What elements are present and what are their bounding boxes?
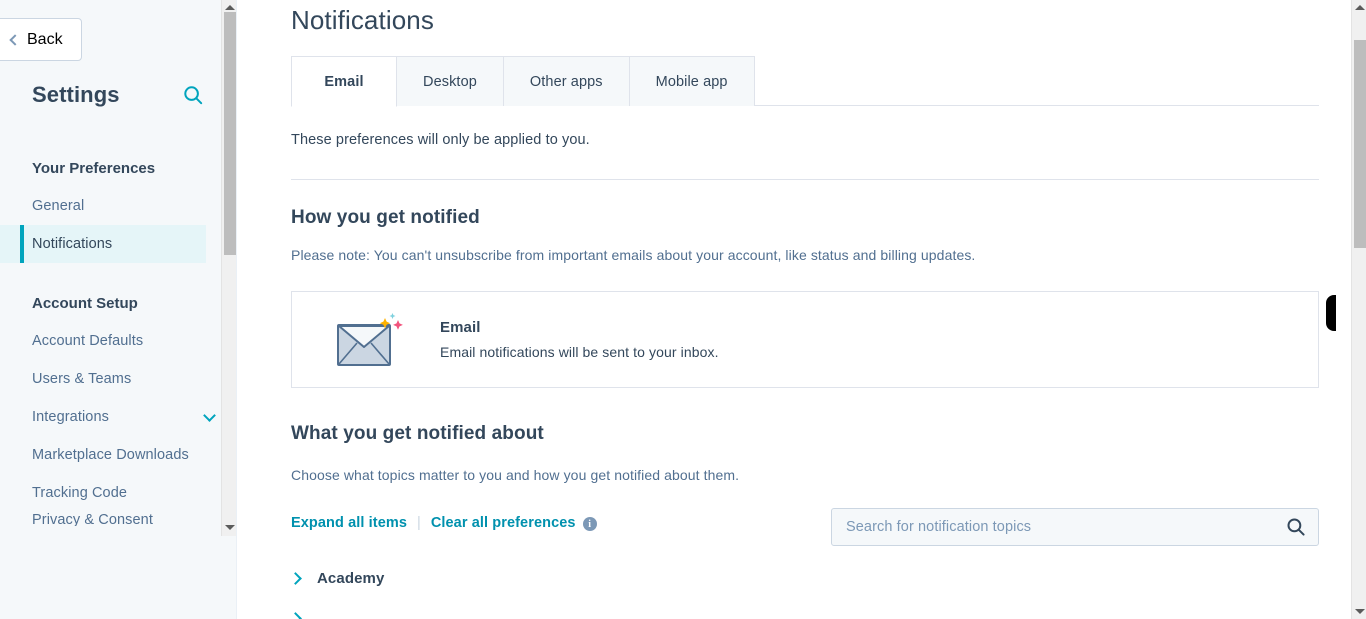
topic-row-next[interactable] [289, 612, 302, 619]
sidebar-scrollbar-thumb[interactable] [224, 12, 236, 255]
envelope-icon [334, 309, 404, 371]
sidebar-item-account-defaults[interactable]: Account Defaults [0, 322, 236, 360]
settings-header: Settings [32, 82, 204, 108]
topic-row-academy[interactable]: Academy [289, 570, 385, 587]
edge-drawer-handle[interactable] [1326, 295, 1336, 331]
sidebar-scrollbar[interactable] [221, 0, 236, 536]
scroll-down-arrow-icon[interactable] [1352, 604, 1366, 618]
settings-page: Back Settings Your Preferences General N… [0, 0, 1366, 619]
search-icon[interactable] [182, 84, 204, 106]
topic-label: Academy [317, 570, 385, 587]
tab-label: Desktop [423, 73, 477, 90]
sidebar-item-general[interactable]: General [0, 187, 236, 225]
sidebar-group-account-setup: Account Setup [32, 295, 138, 312]
sidebar-nav: Your Preferences General Notifications A… [0, 150, 236, 526]
main-scrollbar[interactable] [1351, 0, 1366, 619]
chevron-down-icon [203, 408, 216, 422]
sidebar-group-your-preferences: Your Preferences [32, 160, 156, 177]
email-channel-title: Email [440, 319, 481, 336]
settings-title: Settings [32, 82, 120, 107]
settings-sidebar: Back Settings Your Preferences General N… [0, 0, 236, 619]
chevron-right-icon [289, 612, 302, 619]
preferences-actions: Expand all items | Clear all preferences… [291, 515, 597, 531]
sidebar-item-label: Tracking Code [32, 485, 128, 501]
scroll-up-arrow-icon[interactable] [1352, 0, 1366, 14]
main-scrollbar-thumb[interactable] [1354, 40, 1366, 248]
sidebar-item-integrations[interactable]: Integrations [0, 398, 236, 436]
main-content: Notifications Email Desktop Other apps M… [236, 0, 1366, 619]
how-you-get-notified-note: Please note: You can't unsubscribe from … [291, 247, 976, 263]
back-button-label: Back [27, 30, 63, 48]
tab-other-apps[interactable]: Other apps [502, 56, 630, 106]
sidebar-item-marketplace-downloads[interactable]: Marketplace Downloads [0, 436, 236, 474]
notification-topics-search[interactable] [831, 508, 1319, 546]
sidebar-item-label: Users & Teams [32, 371, 132, 387]
email-channel-text: Email Email notifications will be sent t… [440, 319, 719, 360]
search-icon[interactable] [1286, 517, 1306, 537]
chevron-left-icon [9, 33, 21, 46]
what-you-get-notified-heading: What you get notified about [291, 423, 544, 444]
tab-mobile-app[interactable]: Mobile app [628, 56, 755, 106]
scroll-down-arrow-icon[interactable] [222, 520, 236, 534]
sidebar-item-label: Notifications [32, 236, 113, 252]
sidebar-item-label: Integrations [32, 409, 109, 425]
what-you-get-notified-note: Choose what topics matter to you and how… [291, 467, 740, 483]
page-title: Notifications [291, 5, 434, 35]
tab-label: Mobile app [655, 73, 728, 90]
email-channel-description: Email notifications will be sent to your… [440, 344, 719, 360]
sidebar-item-notifications[interactable]: Notifications [0, 225, 206, 263]
tab-label: Email [324, 73, 364, 90]
how-you-get-notified-heading: How you get notified [291, 207, 480, 228]
sidebar-item-label: Privacy & Consent [32, 512, 153, 526]
search-input[interactable] [844, 518, 1286, 536]
sidebar-item-privacy-consent[interactable]: Privacy & Consent [0, 512, 236, 526]
clear-all-preferences-link[interactable]: Clear all preferences [431, 515, 576, 531]
sidebar-item-users-teams[interactable]: Users & Teams [0, 360, 236, 398]
email-channel-card: Email Email notifications will be sent t… [291, 291, 1319, 388]
info-icon[interactable]: i [582, 517, 597, 531]
sidebar-item-tracking-code[interactable]: Tracking Code [0, 474, 236, 512]
expand-all-items-link[interactable]: Expand all items [291, 515, 407, 531]
notification-tabs: Email Desktop Other apps Mobile app [291, 56, 1319, 107]
section-divider [291, 179, 1319, 180]
tab-desktop[interactable]: Desktop [396, 56, 504, 106]
sidebar-item-label: Account Defaults [32, 333, 144, 349]
chevron-right-icon [289, 572, 302, 585]
sidebar-item-label: Marketplace Downloads [32, 447, 189, 463]
preferences-scope-note: These preferences will only be applied t… [291, 132, 590, 148]
action-separator: | [417, 515, 421, 531]
tab-label: Other apps [529, 73, 603, 90]
back-button[interactable]: Back [0, 18, 82, 61]
tab-email[interactable]: Email [291, 56, 397, 107]
sidebar-item-label: General [32, 198, 85, 214]
